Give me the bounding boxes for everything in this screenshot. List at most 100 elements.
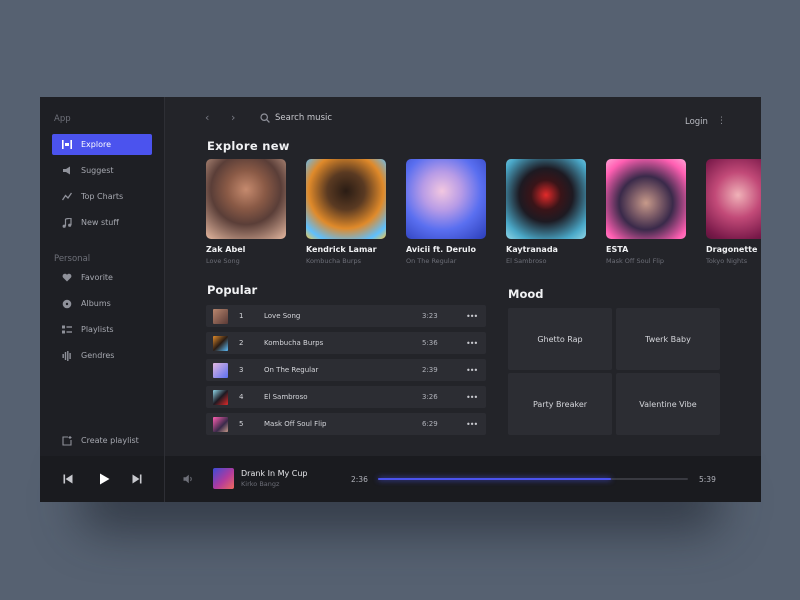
sidebar-item-new-stuff[interactable]: New stuff (52, 212, 152, 233)
track-number: 5 (239, 420, 244, 428)
artist-card[interactable]: Kaytranada El Sambroso (506, 159, 586, 265)
artist-song: Love Song (206, 257, 240, 265)
music-note-icon (61, 217, 73, 229)
track-number: 2 (239, 339, 244, 347)
artist-name: Kaytranada (506, 245, 558, 254)
chart-icon (61, 191, 73, 203)
artist-cover-image (606, 159, 686, 239)
progress-fill (378, 478, 611, 480)
artist-card[interactable]: Zak Abel Love Song (206, 159, 286, 265)
search-input[interactable] (275, 111, 435, 125)
track-thumbnail (213, 362, 228, 378)
track-title: Love Song (264, 312, 301, 320)
artist-card[interactable]: Kendrick Lamar Kombucha Burps (306, 159, 386, 265)
track-more-icon[interactable]: ••• (466, 366, 478, 375)
login-button[interactable]: Login (685, 117, 708, 127)
mood-tile[interactable]: Ghetto Rap (508, 308, 612, 370)
mood-heading: Mood (508, 287, 544, 301)
artist-card[interactable]: Dragonette Tokyo Nights (706, 159, 761, 265)
artist-card[interactable]: Avicii ft. Derulo On The Regular (406, 159, 486, 265)
track-row[interactable]: 1 Love Song 3:23 ••• (206, 305, 486, 327)
sidebar-item-top-charts[interactable]: Top Charts (52, 186, 152, 207)
current-time: 2:36 (351, 475, 368, 484)
artist-cover-image (306, 159, 386, 239)
track-more-icon[interactable]: ••• (466, 312, 478, 321)
track-duration: 6:29 (422, 420, 438, 428)
back-arrow-icon[interactable]: ‹ (205, 111, 209, 124)
track-more-icon[interactable]: ••• (466, 393, 478, 402)
megaphone-icon (61, 165, 73, 177)
playback-controls (40, 456, 165, 502)
sidebar-item-gendres[interactable]: Gendres (52, 345, 152, 366)
artist-cover-image (506, 159, 586, 239)
track-duration: 3:26 (422, 393, 438, 401)
add-playlist-icon (61, 435, 73, 447)
artist-song: El Sambroso (506, 257, 547, 265)
track-thumbnail (213, 308, 228, 324)
sidebar-item-label: Explore (81, 140, 112, 149)
search-icon[interactable] (260, 113, 270, 123)
mood-tile[interactable]: Twerk Baby (616, 308, 720, 370)
track-number: 4 (239, 393, 244, 401)
previous-track-icon[interactable] (60, 471, 76, 487)
section-label-app: App (54, 114, 71, 124)
artist-song: Tokyo Nights (706, 257, 748, 265)
sidebar-item-albums[interactable]: Albums (52, 293, 152, 314)
artist-cover-image (706, 159, 761, 239)
artist-name: ESTA (606, 245, 629, 254)
play-icon[interactable] (96, 471, 112, 487)
track-title: Kombucha Burps (264, 339, 324, 347)
mood-tile[interactable]: Valentine Vibe (616, 373, 720, 435)
track-more-icon[interactable]: ••• (466, 420, 478, 429)
total-time: 5:39 (699, 475, 716, 484)
sidebar-item-explore[interactable]: Explore (52, 134, 152, 155)
track-thumbnail (213, 416, 228, 432)
progress-bar[interactable] (378, 478, 688, 480)
create-playlist-label: Create playlist (81, 436, 139, 445)
artist-name: Kendrick Lamar (306, 245, 377, 254)
artist-name: Zak Abel (206, 245, 246, 254)
heart-icon (61, 272, 73, 284)
sidebar-item-suggest[interactable]: Suggest (52, 160, 152, 181)
artist-song: Mask Off Soul Flip (606, 257, 665, 265)
now-playing-cover (213, 468, 234, 489)
artist-name: Avicii ft. Derulo (406, 245, 476, 254)
explore-heading: Explore new (207, 139, 290, 153)
main-content: ‹ › Login ⋮ Explore new Zak Abel Love So… (165, 97, 761, 456)
more-options-icon[interactable]: ⋮ (717, 116, 726, 126)
now-playing-title: Drank In My Cup (241, 469, 308, 478)
track-title: El Sambroso (264, 393, 308, 401)
track-duration: 3:23 (422, 312, 438, 320)
artist-song: Kombucha Burps (306, 257, 361, 265)
artist-cover-image (406, 159, 486, 239)
track-duration: 5:36 (422, 339, 438, 347)
track-row[interactable]: 4 El Sambroso 3:26 ••• (206, 386, 486, 408)
artist-card[interactable]: ESTA Mask Off Soul Flip (606, 159, 686, 265)
next-track-icon[interactable] (129, 471, 145, 487)
track-title: Mask Off Soul Flip (264, 420, 327, 428)
sidebar-item-favorite[interactable]: Favorite (52, 267, 152, 288)
sidebar-item-label: Playlists (81, 325, 114, 334)
track-number: 3 (239, 366, 244, 374)
forward-arrow-icon[interactable]: › (231, 111, 235, 124)
now-playing-artist: Kirko Bangz (241, 480, 280, 488)
track-row[interactable]: 2 Kombucha Burps 5:36 ••• (206, 332, 486, 354)
create-playlist-button[interactable]: Create playlist (52, 430, 152, 451)
artist-song: On The Regular (406, 257, 457, 265)
music-app-window: App Explore Suggest Top Charts New stuff (40, 97, 761, 502)
track-row[interactable]: 3 On The Regular 2:39 ••• (206, 359, 486, 381)
volume-icon[interactable] (180, 471, 196, 487)
sidebar-item-label: New stuff (81, 218, 119, 227)
track-row[interactable]: 5 Mask Off Soul Flip 6:29 ••• (206, 413, 486, 435)
track-thumbnail (213, 389, 228, 405)
mood-tile[interactable]: Party Breaker (508, 373, 612, 435)
explore-icon (61, 139, 73, 151)
waveform-icon (61, 350, 73, 362)
track-duration: 2:39 (422, 366, 438, 374)
sidebar-item-label: Favorite (81, 273, 113, 282)
popular-heading: Popular (207, 283, 258, 297)
sidebar-item-playlists[interactable]: Playlists (52, 319, 152, 340)
track-more-icon[interactable]: ••• (466, 339, 478, 348)
sidebar-item-label: Gendres (81, 351, 115, 360)
track-number: 1 (239, 312, 244, 320)
